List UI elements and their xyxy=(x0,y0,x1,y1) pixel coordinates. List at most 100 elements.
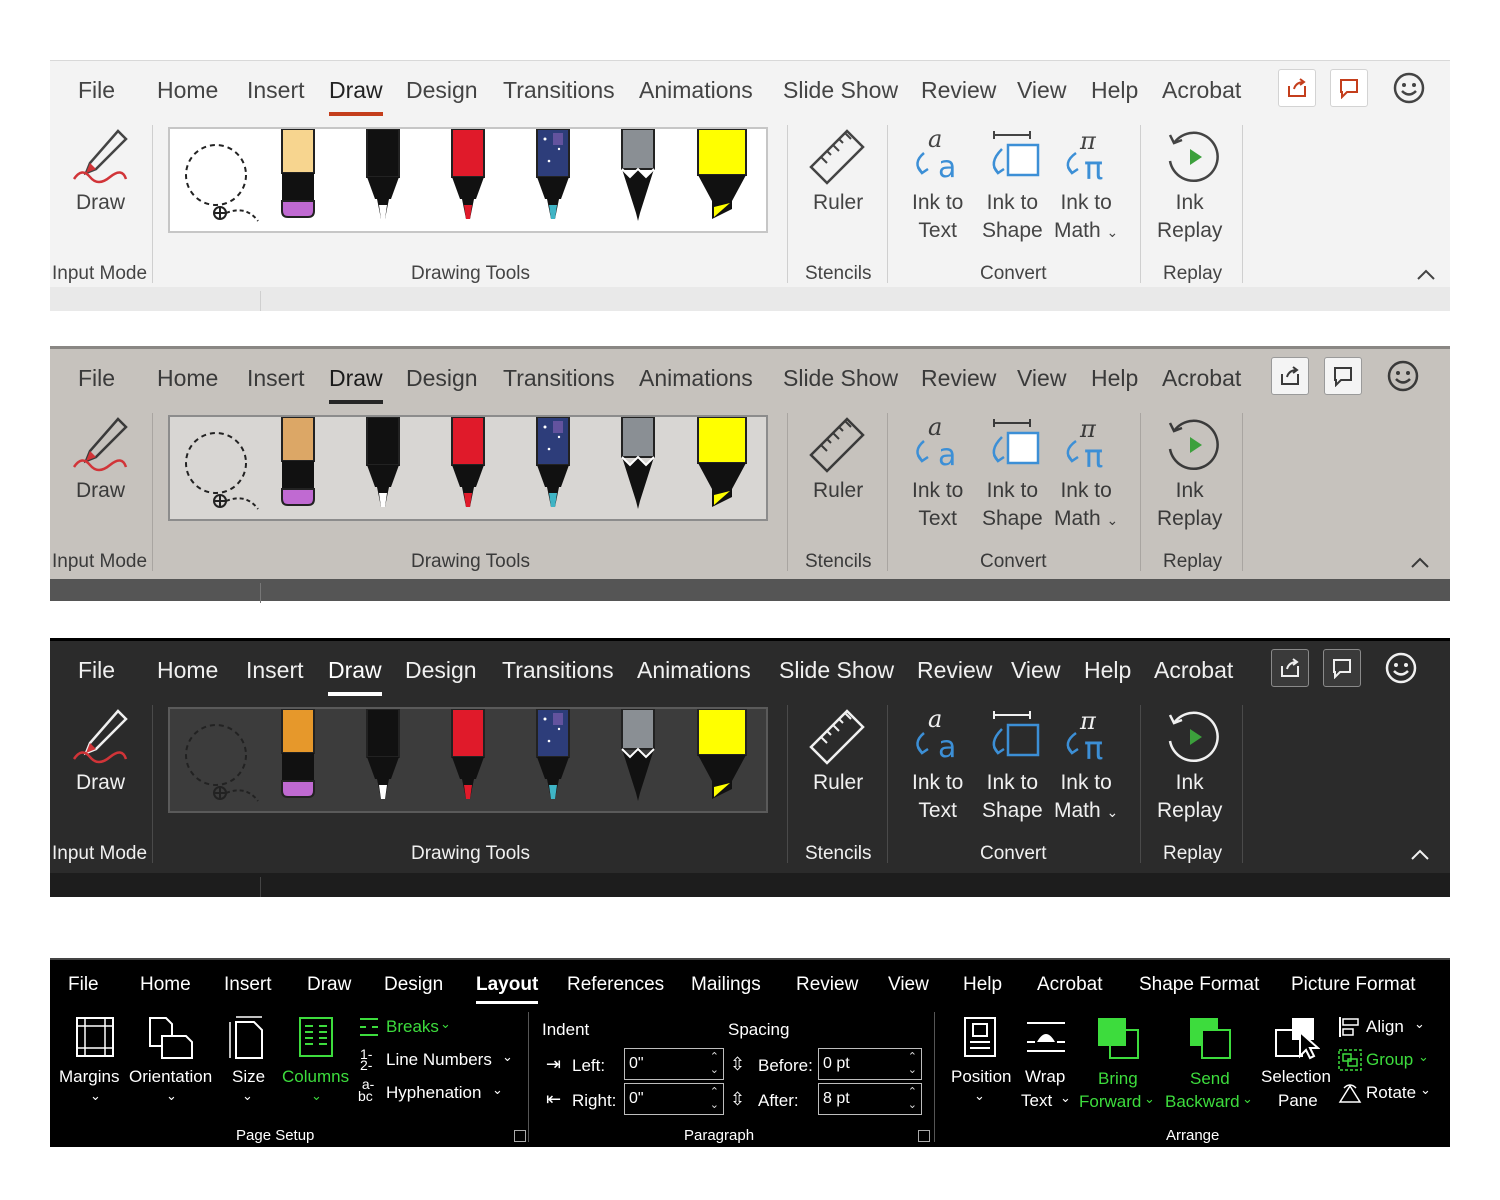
galaxy-pen-tool[interactable] xyxy=(533,708,573,810)
lasso-select-tool[interactable] xyxy=(176,133,266,234)
orientation-button[interactable]: Orientation ⌄ xyxy=(128,1012,218,1107)
ruler-button[interactable]: Ruler xyxy=(802,127,872,217)
black-pen-tool[interactable] xyxy=(363,128,403,230)
pencil-tool[interactable] xyxy=(618,128,658,230)
ink-replay-button[interactable]: Ink Replay xyxy=(1154,415,1230,533)
ink-to-shape-button[interactable]: Ink to Shape xyxy=(980,707,1046,825)
tab-transitions[interactable]: Transitions xyxy=(502,657,614,684)
bring-forward-button[interactable]: Bring Forward ⌄ xyxy=(1076,1012,1162,1112)
margins-button[interactable]: Margins ⌄ xyxy=(58,1012,136,1107)
ink-to-text-button[interactable]: a a Ink to Text xyxy=(906,127,972,245)
ink-to-text-button[interactable]: a a Ink to Text xyxy=(906,415,972,533)
lasso-select-tool[interactable] xyxy=(176,713,266,814)
wrap-text-button[interactable]: Wrap Text ⌄ xyxy=(1016,1012,1076,1110)
ink-to-math-button[interactable]: π π Ink to Math ⌄ xyxy=(1052,707,1126,825)
ink-to-math-button[interactable]: π π Ink to Math ⌄ xyxy=(1052,127,1126,245)
feedback-smiley-icon[interactable] xyxy=(1386,359,1420,393)
ink-to-text-button[interactable]: a a Ink to Text xyxy=(906,707,972,825)
align-button[interactable]: Align ⌄ xyxy=(1338,1016,1430,1042)
tab-design[interactable]: Design xyxy=(406,365,478,392)
tab-review[interactable]: Review xyxy=(917,657,992,684)
red-pen-tool[interactable] xyxy=(448,416,488,518)
tab-picture-format[interactable]: Picture Format xyxy=(1291,974,1416,996)
collapse-ribbon-icon[interactable] xyxy=(1410,847,1430,861)
spacing-after-input[interactable]: 8 pt ⌃ ⌄ xyxy=(818,1083,922,1115)
send-backward-button[interactable]: Send Backward ⌄ xyxy=(1162,1012,1258,1112)
black-pen-tool[interactable] xyxy=(363,416,403,518)
pencil-tool[interactable] xyxy=(618,708,658,810)
tab-draw[interactable]: Draw xyxy=(329,365,383,404)
tab-acrobat[interactable]: Acrobat xyxy=(1037,974,1102,996)
share-button[interactable] xyxy=(1271,649,1309,687)
galaxy-pen-tool[interactable] xyxy=(533,416,573,518)
tab-draw[interactable]: Draw xyxy=(328,657,382,696)
tab-draw[interactable]: Draw xyxy=(307,974,351,996)
tab-transitions[interactable]: Transitions xyxy=(503,365,615,392)
tab-file[interactable]: File xyxy=(78,657,115,684)
tab-view[interactable]: View xyxy=(1011,657,1060,684)
tab-review[interactable]: Review xyxy=(921,77,996,104)
tab-design[interactable]: Design xyxy=(405,657,477,684)
black-pen-tool[interactable] xyxy=(363,708,403,810)
tab-transitions[interactable]: Transitions xyxy=(503,77,615,104)
red-pen-tool[interactable] xyxy=(448,708,488,810)
ruler-button[interactable]: Ruler xyxy=(802,707,872,797)
draw-mode-button[interactable]: Draw xyxy=(60,127,140,217)
tab-review[interactable]: Review xyxy=(921,365,996,392)
line-numbers-button[interactable]: 1- 2- Line Numbers ⌄ xyxy=(356,1047,516,1075)
tab-animations[interactable]: Animations xyxy=(639,77,753,104)
highlighter-tool[interactable] xyxy=(694,416,750,518)
tab-shape-format[interactable]: Shape Format xyxy=(1139,974,1259,996)
ruler-button[interactable]: Ruler xyxy=(802,415,872,505)
tab-file[interactable]: File xyxy=(68,974,99,996)
tab-acrobat[interactable]: Acrobat xyxy=(1154,657,1233,684)
tab-mailings[interactable]: Mailings xyxy=(691,974,761,996)
size-button[interactable]: Size ⌄ xyxy=(222,1012,278,1107)
hyphenation-button[interactable]: a-bc Hyphenation ⌄ xyxy=(356,1077,506,1108)
tab-view[interactable]: View xyxy=(888,974,929,996)
tab-review[interactable]: Review xyxy=(796,974,858,996)
breaks-button[interactable]: Breaks ⌄ xyxy=(356,1016,466,1042)
share-button[interactable] xyxy=(1271,357,1309,395)
tab-draw[interactable]: Draw xyxy=(329,77,383,116)
tab-insert[interactable]: Insert xyxy=(246,657,304,684)
draw-mode-button[interactable]: Draw xyxy=(60,707,140,797)
highlighter-tool[interactable] xyxy=(694,128,750,230)
tab-slide-show[interactable]: Slide Show xyxy=(783,77,898,104)
comments-button[interactable] xyxy=(1330,69,1368,107)
tab-help[interactable]: Help xyxy=(963,974,1002,996)
indent-right-input[interactable]: 0" ⌃ ⌄ xyxy=(624,1083,724,1115)
highlighter-tool[interactable] xyxy=(694,708,750,810)
tab-help[interactable]: Help xyxy=(1084,657,1131,684)
tab-design[interactable]: Design xyxy=(406,77,478,104)
eraser-tool[interactable] xyxy=(278,708,318,810)
spacing-before-input[interactable]: 0 pt ⌃ ⌄ xyxy=(818,1048,922,1080)
pencil-tool[interactable] xyxy=(618,416,658,518)
tab-home[interactable]: Home xyxy=(157,365,218,392)
comments-button[interactable] xyxy=(1324,357,1362,395)
feedback-smiley-icon[interactable] xyxy=(1392,71,1426,105)
lasso-select-tool[interactable] xyxy=(176,421,266,522)
position-button[interactable]: Position ⌄ xyxy=(946,1012,1016,1107)
group-button[interactable]: Group ⌄ xyxy=(1338,1049,1430,1075)
galaxy-pen-tool[interactable] xyxy=(533,128,573,230)
tab-design[interactable]: Design xyxy=(384,974,443,996)
ink-to-shape-button[interactable]: Ink to Shape xyxy=(980,415,1046,533)
comments-button[interactable] xyxy=(1323,649,1361,687)
tab-insert[interactable]: Insert xyxy=(247,365,305,392)
collapse-ribbon-icon[interactable] xyxy=(1410,555,1430,569)
eraser-tool[interactable] xyxy=(278,128,318,230)
feedback-smiley-icon[interactable] xyxy=(1384,651,1418,685)
paragraph-dialog-launcher[interactable] xyxy=(918,1130,930,1142)
ink-replay-button[interactable]: Ink Replay xyxy=(1154,707,1230,825)
tab-home[interactable]: Home xyxy=(157,77,218,104)
tab-insert[interactable]: Insert xyxy=(224,974,272,996)
columns-button[interactable]: Columns ⌄ xyxy=(280,1012,354,1107)
tab-home[interactable]: Home xyxy=(157,657,218,684)
collapse-ribbon-icon[interactable] xyxy=(1416,267,1436,281)
share-button[interactable] xyxy=(1278,69,1316,107)
tab-slide-show[interactable]: Slide Show xyxy=(783,365,898,392)
ink-to-math-button[interactable]: π π Ink to Math ⌄ xyxy=(1052,415,1126,533)
tab-home[interactable]: Home xyxy=(140,974,191,996)
tab-insert[interactable]: Insert xyxy=(247,77,305,104)
